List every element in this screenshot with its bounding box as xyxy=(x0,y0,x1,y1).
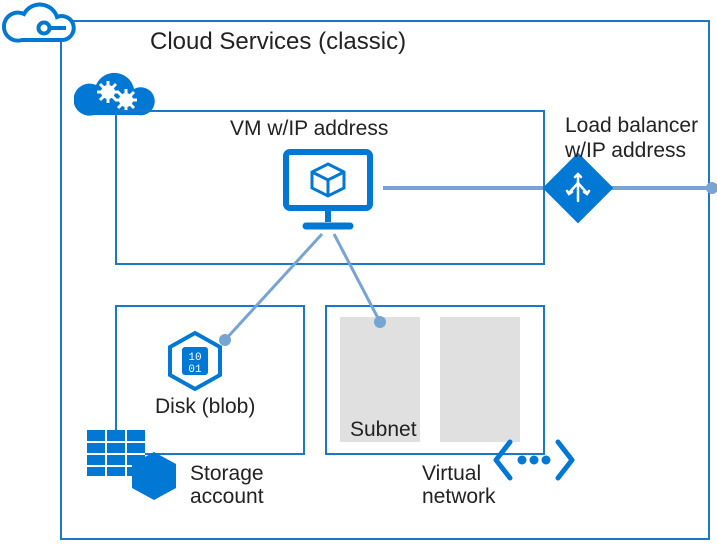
virtual-network-label: Virtual network xyxy=(422,462,496,508)
subnet-block xyxy=(440,317,520,442)
svg-text:01: 01 xyxy=(188,364,202,376)
load-balancer-label: Load balancer w/IP address xyxy=(565,113,698,163)
virtual-network-icon xyxy=(490,432,578,488)
subnet-label: Subnet xyxy=(350,418,417,442)
disk-label: Disk (blob) xyxy=(155,395,255,419)
cloud-gears-icon xyxy=(74,60,164,130)
cloud-outline-icon xyxy=(0,0,78,52)
vm-label: VM w/IP address xyxy=(230,117,388,141)
storage-hexagon-icon xyxy=(128,450,180,502)
vm-monitor-icon xyxy=(280,146,376,234)
disk-hexagon-icon: 10 01 xyxy=(164,330,226,392)
diagram-canvas: Cloud Services (classic) VM w/IP address xyxy=(0,0,717,545)
diagram-title: Cloud Services (classic) xyxy=(150,28,406,56)
lb-endpoint-dot xyxy=(706,182,717,194)
svg-text:10: 10 xyxy=(188,352,201,364)
storage-account-label: Storage account xyxy=(190,462,264,508)
